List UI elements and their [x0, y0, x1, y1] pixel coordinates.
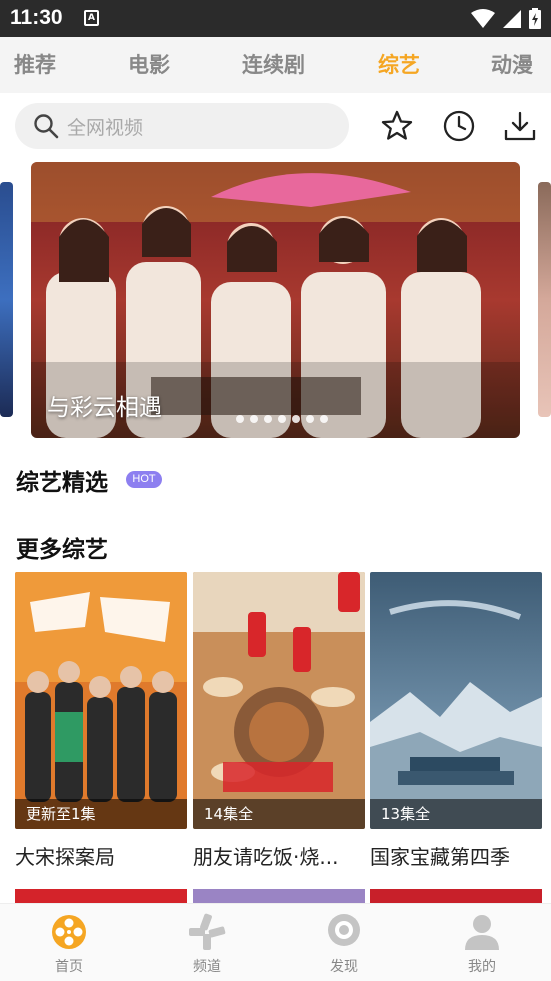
show-poster: 更新至1集	[15, 572, 187, 829]
section-title-featured[interactable]: 综艺精选	[16, 463, 108, 497]
favorite-star-icon[interactable]	[380, 109, 414, 143]
nav-home-label: 首页	[55, 959, 83, 975]
bottom-nav: 首页 频道 发现 我的	[0, 903, 551, 981]
tab-anime[interactable]: 动漫	[491, 49, 533, 79]
status-time: 11:30	[10, 6, 63, 29]
show-title: 大宋探案局	[15, 845, 115, 869]
section-title-more[interactable]: 更多综艺	[16, 530, 108, 564]
system-icons	[471, 8, 541, 29]
next-row-card-peek[interactable]	[15, 889, 187, 903]
channel-icon	[189, 913, 226, 950]
hot-badge: HOT	[126, 471, 162, 488]
show-card[interactable]: 14集全 朋友请吃饭·烧...	[193, 572, 365, 870]
search-row: 全网视频	[0, 93, 551, 159]
episode-badge: 14集全	[193, 799, 365, 829]
carousel-dot[interactable]	[250, 415, 258, 423]
carousel-indicator	[236, 415, 328, 423]
next-row-card-peek[interactable]	[193, 889, 365, 903]
episode-badge: 更新至1集	[15, 799, 187, 829]
show-title: 朋友请吃饭·烧...	[193, 845, 339, 869]
wifi-icon	[471, 8, 495, 28]
poster-image	[193, 572, 365, 829]
carousel-dot[interactable]	[320, 415, 328, 423]
poster-image	[370, 572, 542, 829]
notification-icon: A	[84, 10, 99, 26]
tab-movies[interactable]: 电影	[128, 49, 170, 79]
nav-discover[interactable]: 发现	[304, 912, 384, 976]
tab-recommend[interactable]: 推荐	[14, 49, 56, 79]
carousel-dot[interactable]	[264, 415, 272, 423]
tab-series[interactable]: 连续剧	[242, 49, 305, 79]
banner-carousel: 与彩云相遇	[0, 162, 551, 439]
nav-home[interactable]: 首页	[29, 912, 109, 976]
next-row-card-peek[interactable]	[370, 889, 542, 903]
nav-discover-label: 发现	[330, 959, 358, 975]
tab-variety[interactable]: 综艺	[378, 49, 420, 79]
next-banner-peek[interactable]	[538, 182, 551, 417]
search-icon	[34, 114, 59, 139]
film-reel-icon	[52, 915, 86, 949]
nav-profile-label: 我的	[468, 959, 496, 975]
search-placeholder: 全网视频	[67, 116, 144, 139]
nav-profile[interactable]: 我的	[442, 912, 522, 976]
show-card[interactable]: 更新至1集 大宋探案局	[15, 572, 187, 870]
nav-channel[interactable]: 频道	[167, 912, 247, 976]
category-tabs: 推荐 电影 连续剧 综艺 动漫	[0, 37, 551, 93]
show-poster: 13集全	[370, 572, 542, 829]
status-bar: 11:30 A	[0, 0, 551, 37]
signal-icon	[503, 9, 521, 28]
show-title: 国家宝藏第四季	[370, 845, 510, 869]
profile-icon	[465, 915, 499, 950]
banner-slide[interactable]: 与彩云相遇	[31, 162, 520, 438]
carousel-dot[interactable]	[292, 415, 300, 423]
carousel-dot[interactable]	[236, 415, 244, 423]
search-input[interactable]: 全网视频	[15, 103, 349, 149]
battery-icon	[529, 8, 541, 29]
download-icon[interactable]	[503, 109, 537, 143]
nav-channel-label: 频道	[193, 959, 221, 975]
show-card[interactable]: 13集全 国家宝藏第四季	[370, 572, 542, 870]
carousel-dot[interactable]	[278, 415, 286, 423]
carousel-dot[interactable]	[306, 415, 314, 423]
episode-badge: 13集全	[370, 799, 542, 829]
prev-banner-peek[interactable]	[0, 182, 13, 417]
discover-icon	[328, 914, 360, 946]
banner-caption: 与彩云相遇	[47, 395, 162, 421]
history-clock-icon[interactable]	[442, 109, 476, 143]
show-poster: 14集全	[193, 572, 365, 829]
poster-image	[15, 572, 187, 829]
